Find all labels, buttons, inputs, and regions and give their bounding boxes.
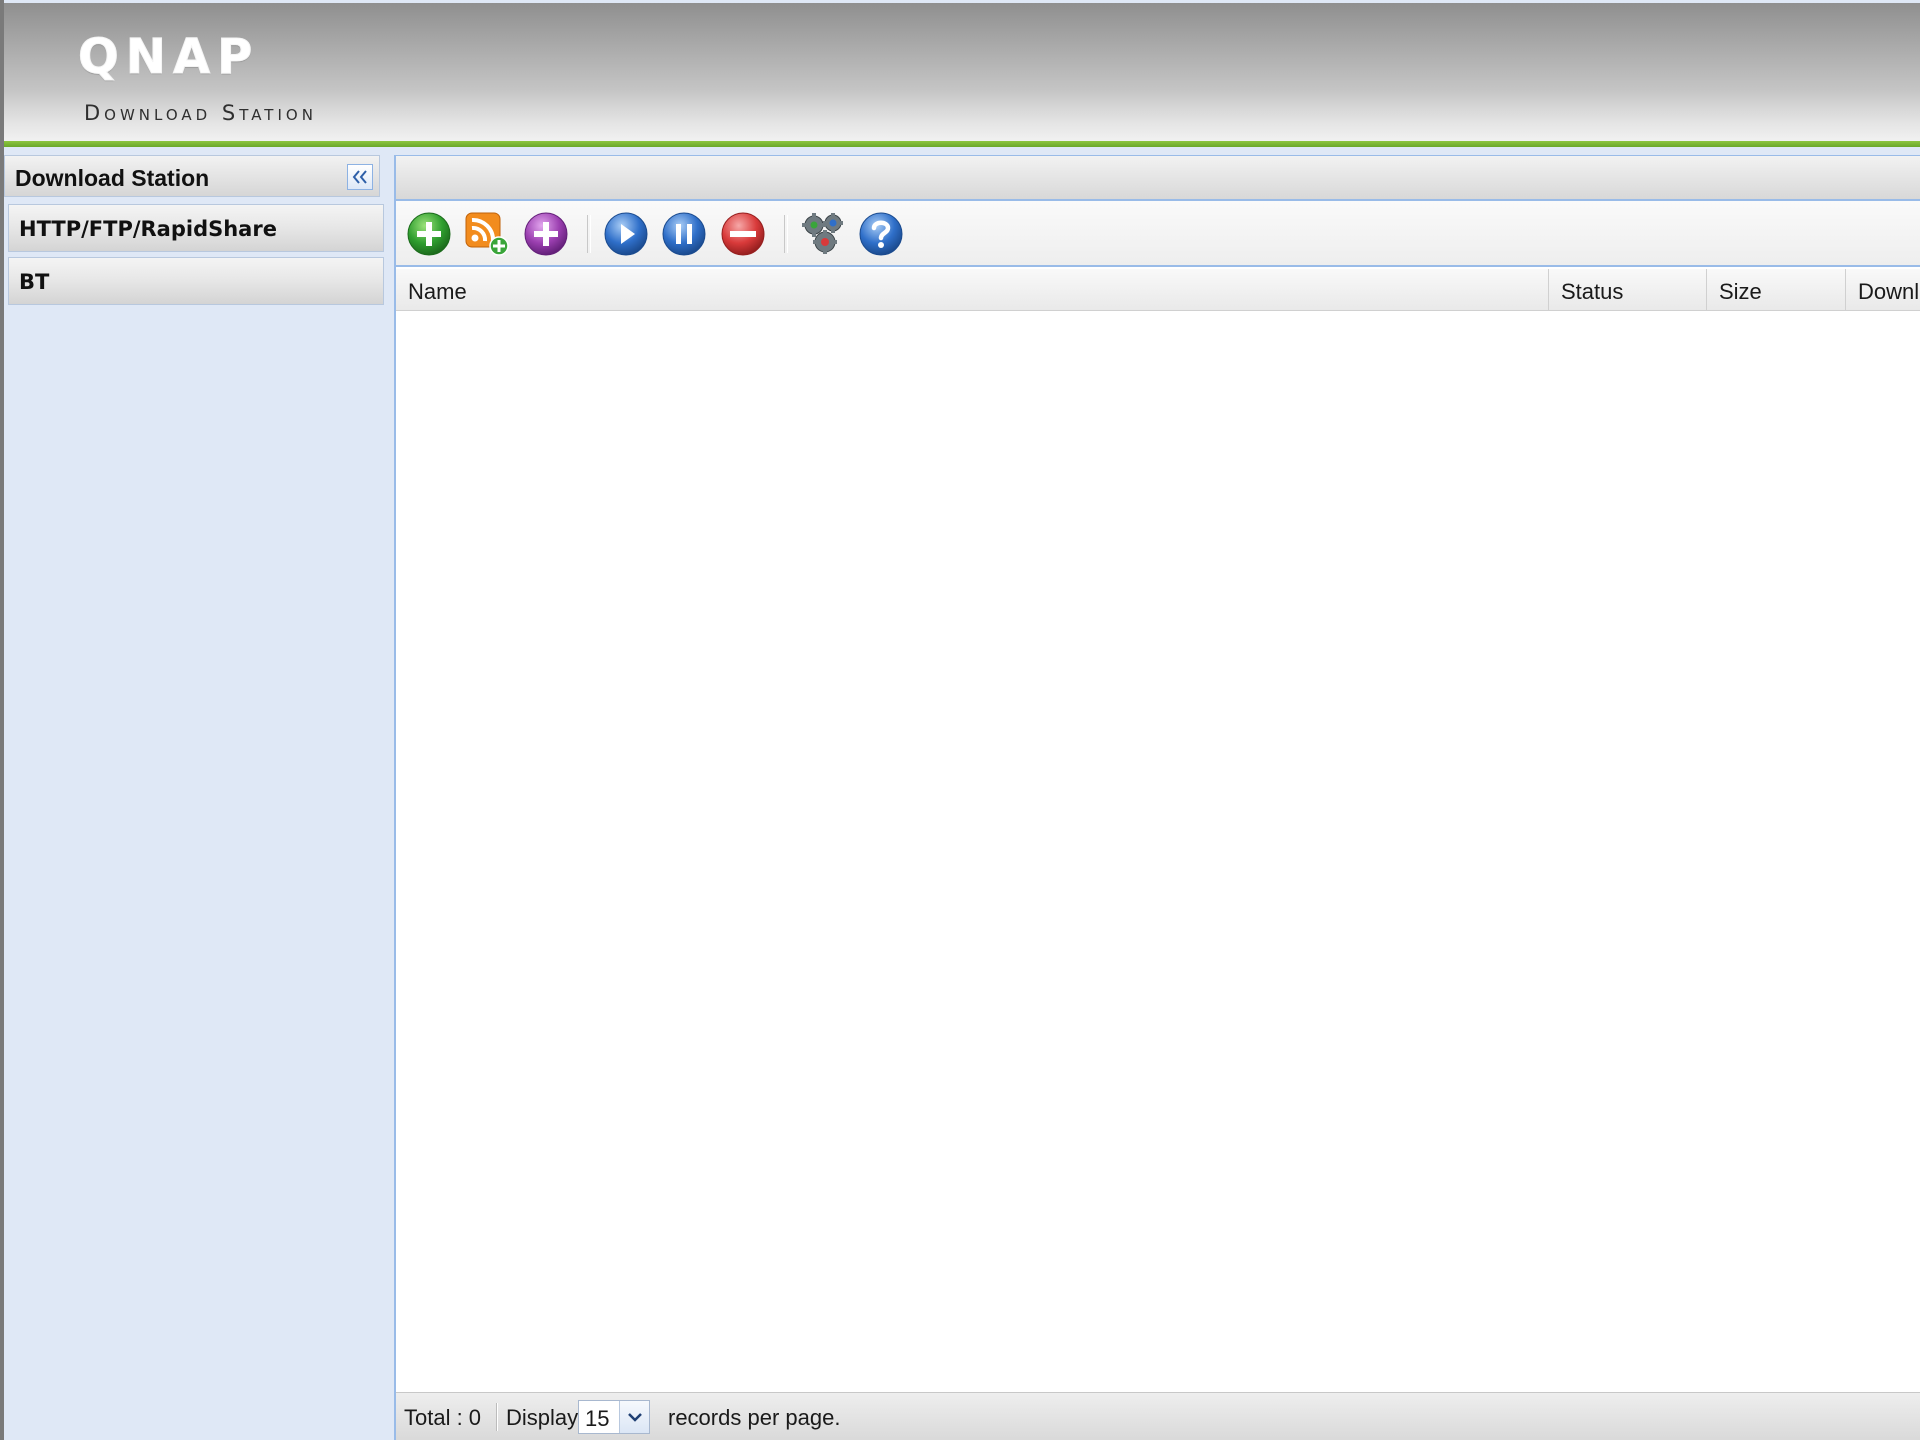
sidebar-title: Download Station — [15, 165, 210, 191]
paging-toolbar: Total : 0 Display 15 records per page. — [396, 1392, 1920, 1440]
app-header: QNAP Download Station — [4, 3, 1920, 142]
remove-button[interactable] — [720, 211, 766, 257]
settings-gears-icon — [802, 213, 843, 254]
toolbar — [396, 201, 1920, 267]
page-size-dropdown-trigger[interactable] — [619, 1401, 649, 1433]
collapse-sidebar-button[interactable] — [347, 164, 373, 190]
pause-icon — [662, 212, 706, 256]
help-button[interactable] — [858, 211, 904, 257]
header-accent-line — [4, 141, 1920, 147]
grid-header: Name Status Size Downl — [396, 269, 1920, 311]
column-label: Size — [1719, 279, 1762, 304]
paging-separator — [496, 1403, 498, 1431]
add-rss-button[interactable] — [464, 211, 510, 257]
main-panel: Name Status Size Downl Total : 0 Display… — [394, 155, 1920, 1440]
help-icon — [859, 212, 903, 256]
app-subtitle: Download Station — [84, 101, 317, 125]
add-task-button[interactable] — [406, 211, 452, 257]
toolbar-separator — [784, 215, 788, 253]
column-label: Downl — [1858, 279, 1920, 304]
sidebar-item-bt[interactable]: BT — [8, 257, 384, 305]
play-icon — [604, 212, 648, 256]
settings-button[interactable] — [800, 211, 846, 257]
app-window: QNAP Download Station Download Station H… — [0, 0, 1920, 1440]
records-per-page-label: records per page. — [668, 1405, 841, 1430]
sidebar-item-label: BT — [19, 270, 50, 294]
add-url-button[interactable] — [523, 211, 569, 257]
rss-add-icon — [465, 212, 509, 256]
add-purple-icon — [524, 212, 568, 256]
page-size-select[interactable]: 15 — [578, 1400, 650, 1434]
display-label: Display — [506, 1405, 579, 1430]
column-label: Name — [408, 279, 467, 304]
remove-icon — [721, 212, 765, 256]
sidebar: Download Station HTTP/FTP/RapidShare BT — [4, 155, 386, 1440]
chevron-down-icon — [627, 1413, 642, 1422]
total-count: Total : 0 — [404, 1405, 482, 1430]
double-chevron-left-icon — [352, 170, 367, 184]
start-button[interactable] — [603, 211, 649, 257]
column-header-size[interactable]: Size — [1707, 269, 1846, 310]
sidebar-header: Download Station — [4, 155, 380, 197]
column-label: Status — [1561, 279, 1624, 304]
column-header-name[interactable]: Name — [396, 269, 1549, 310]
panel-title-bar — [396, 156, 1920, 201]
qnap-logo: QNAP — [77, 29, 260, 86]
sidebar-item-label: HTTP/FTP/RapidShare — [19, 217, 277, 241]
sidebar-item-http-ftp-rapidshare[interactable]: HTTP/FTP/RapidShare — [8, 204, 384, 252]
column-header-status[interactable]: Status — [1549, 269, 1707, 310]
task-list-empty — [396, 311, 1920, 1392]
pause-button[interactable] — [661, 211, 707, 257]
page-size-value: 15 — [585, 1406, 610, 1431]
toolbar-separator — [587, 215, 591, 253]
column-header-download[interactable]: Downl — [1846, 269, 1920, 310]
add-icon — [407, 212, 451, 256]
